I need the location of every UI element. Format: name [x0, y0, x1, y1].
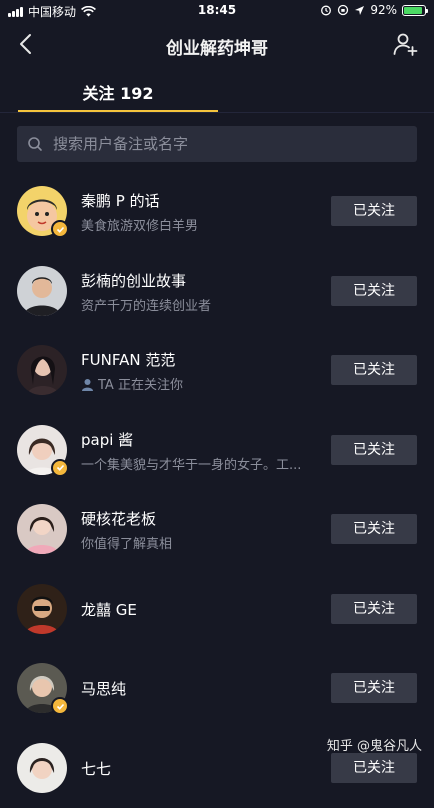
user-name[interactable]: 七七 — [81, 758, 111, 779]
verified-badge-icon — [51, 459, 69, 477]
nav-bar: 创业解药坤哥 — [0, 22, 434, 66]
user-name[interactable]: 秦鹏 P 的话 — [81, 190, 160, 211]
search-icon — [27, 136, 43, 152]
page-title: 创业解药坤哥 — [0, 34, 434, 59]
follows-you-label: TA 正在关注你 — [98, 378, 183, 393]
tab-following[interactable]: 关注 192 — [18, 80, 218, 104]
avatar[interactable] — [17, 663, 67, 713]
avatar[interactable] — [17, 584, 67, 634]
list-item[interactable]: 硬核花老板 你值得了解真相 已关注 — [0, 490, 434, 570]
battery-icon — [402, 5, 426, 16]
rotation-lock-icon — [337, 4, 349, 16]
user-name[interactable]: 龙囍 GE — [81, 599, 137, 620]
following-button[interactable]: 已关注 — [331, 594, 417, 624]
following-button[interactable]: 已关注 — [331, 435, 417, 465]
following-button[interactable]: 已关注 — [331, 355, 417, 385]
search-bar[interactable] — [17, 126, 417, 162]
user-name[interactable]: FUNFAN 范范 — [81, 349, 175, 370]
location-icon — [354, 5, 365, 16]
following-button[interactable]: 已关注 — [331, 673, 417, 703]
avatar[interactable] — [17, 504, 67, 554]
user-name[interactable]: 彭楠的创业故事 — [81, 270, 186, 291]
avatar[interactable] — [17, 266, 67, 316]
user-bio: 一个集美貌与才华于一身的女子。工... — [81, 454, 301, 473]
user-name[interactable]: papi 酱 — [81, 429, 133, 450]
tab-bar: 关注 192 — [0, 72, 434, 114]
avatar[interactable] — [17, 345, 67, 395]
list-item[interactable]: papi 酱 一个集美貌与才华于一身的女子。工... 已关注 — [0, 411, 434, 491]
verified-badge-icon — [51, 220, 69, 238]
divider — [0, 112, 434, 113]
avatar[interactable] — [17, 186, 67, 236]
user-bio: 你值得了解真相 — [81, 533, 172, 552]
avatar[interactable] — [17, 425, 67, 475]
status-bar: 中国移动 18:45 92% — [0, 0, 434, 22]
following-button[interactable]: 已关注 — [331, 514, 417, 544]
watermark-label: 知乎 @鬼谷凡人 — [327, 735, 422, 754]
list-item[interactable]: 马思纯 已关注 — [0, 649, 434, 729]
list-item[interactable]: 龙囍 GE 已关注 — [0, 570, 434, 650]
verified-badge-icon — [51, 697, 69, 715]
user-bio: TA 正在关注你 — [81, 374, 183, 393]
user-name[interactable]: 马思纯 — [81, 678, 126, 699]
add-user-icon[interactable] — [392, 31, 418, 57]
user-bio: 资产千万的连续创业者 — [81, 295, 211, 314]
list-item[interactable]: FUNFAN 范范 TA 正在关注你 已关注 — [0, 331, 434, 411]
user-bio: 美食旅游双修白羊男 — [81, 215, 198, 234]
list-item[interactable]: 彭楠的创业故事 资产千万的连续创业者 已关注 — [0, 252, 434, 332]
search-input[interactable] — [51, 134, 417, 154]
list-item[interactable]: 秦鹏 P 的话 美食旅游双修白羊男 已关注 — [0, 172, 434, 252]
user-name[interactable]: 硬核花老板 — [81, 508, 156, 529]
battery-fill — [404, 7, 422, 14]
battery-percent: 92% — [370, 3, 397, 17]
avatar[interactable] — [17, 743, 67, 793]
following-button[interactable]: 已关注 — [331, 196, 417, 226]
alarm-icon — [320, 4, 332, 16]
person-icon — [81, 378, 94, 391]
following-list: 秦鹏 P 的话 美食旅游双修白羊男 已关注 彭楠的创业故事 资产千万的连续创业者… — [0, 172, 434, 808]
following-button[interactable]: 已关注 — [331, 276, 417, 306]
following-button[interactable]: 已关注 — [331, 753, 417, 783]
